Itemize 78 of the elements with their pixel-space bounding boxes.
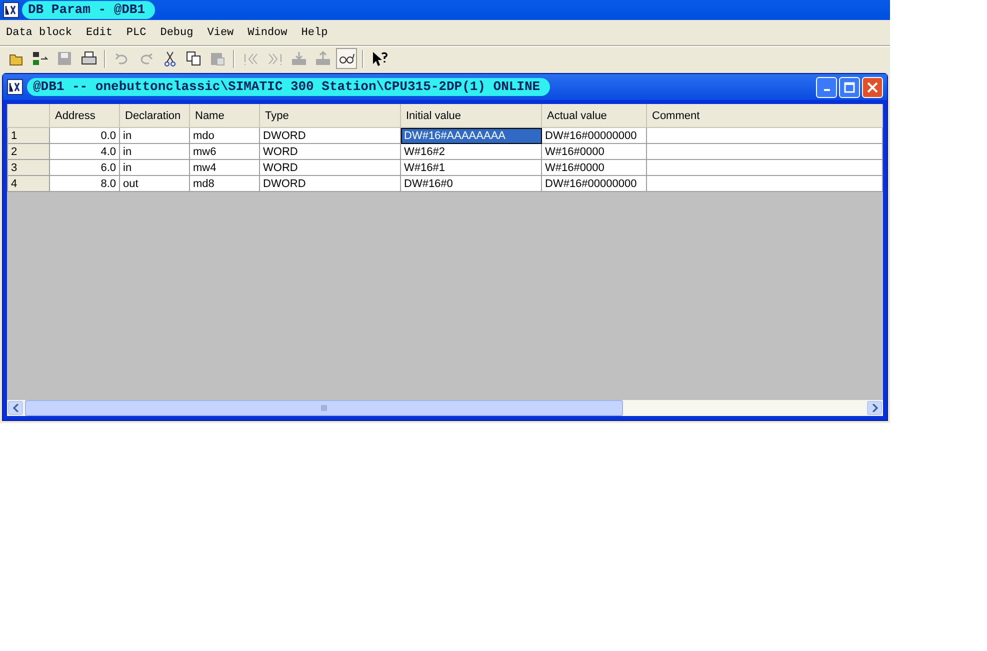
upload-icon: [314, 51, 330, 66]
scroll-thumb[interactable]: [25, 400, 623, 416]
close-button[interactable]: [862, 76, 883, 98]
chevron-right-icon: [872, 404, 878, 412]
table-cell[interactable]: WORD: [260, 144, 400, 160]
close-icon: [867, 82, 878, 92]
column-header[interactable]: Type: [260, 104, 400, 128]
table-cell[interactable]: 8.0: [50, 176, 120, 192]
table-cell[interactable]: W#16#0000: [542, 144, 646, 160]
column-header[interactable]: Address: [50, 104, 120, 128]
row-number: 3: [8, 160, 50, 176]
table-cell[interactable]: 0.0: [50, 128, 120, 144]
row-number: 2: [8, 144, 50, 160]
table-cell[interactable]: DWORD: [260, 128, 400, 144]
redo-icon: [138, 52, 152, 64]
floppy-icon: [57, 51, 72, 66]
menu-item[interactable]: Window: [248, 26, 288, 38]
table-cell[interactable]: in: [120, 144, 190, 160]
table-cell[interactable]: mw4: [190, 160, 260, 176]
download-icon: [290, 51, 306, 66]
column-header[interactable]: Initial value: [400, 104, 542, 128]
table-cell[interactable]: [646, 144, 882, 160]
table-cell[interactable]: 6.0: [50, 160, 120, 176]
table-cell[interactable]: DW#16#00000000: [542, 176, 646, 192]
table-cell[interactable]: DW#16#00000000: [542, 128, 646, 144]
column-header[interactable]: Declaration: [120, 104, 190, 128]
table-cell[interactable]: mdo: [190, 128, 260, 144]
menu-item[interactable]: Help: [301, 26, 328, 38]
horizontal-scrollbar[interactable]: [7, 400, 883, 416]
menu-item[interactable]: View: [207, 26, 234, 38]
network-icon: [32, 51, 49, 66]
menu-item[interactable]: Data block: [6, 26, 72, 38]
glasses-icon: [338, 52, 354, 64]
maximize-button[interactable]: [839, 76, 860, 98]
scroll-right-button[interactable]: [867, 401, 882, 415]
menu-item[interactable]: Debug: [160, 26, 194, 38]
minimize-button[interactable]: [816, 76, 837, 98]
table-cell[interactable]: 4.0: [50, 144, 120, 160]
menu-item[interactable]: Edit: [86, 26, 112, 38]
folder-icon: [8, 52, 24, 66]
skip-back-icon: [242, 52, 258, 66]
row-number: 4: [8, 176, 50, 192]
chevron-left-icon: [12, 404, 18, 412]
table-cell[interactable]: W#16#2: [400, 144, 542, 160]
toolbar-button[interactable]: [336, 48, 357, 69]
table-cell[interactable]: [646, 128, 882, 144]
copy-icon: [186, 51, 202, 66]
clipboard-icon: [210, 51, 225, 66]
maximize-icon: [844, 82, 855, 92]
table-cell[interactable]: in: [120, 160, 190, 176]
scroll-left-button[interactable]: [8, 401, 23, 415]
table-cell[interactable]: DW#16#AAAAAAAA: [400, 128, 542, 144]
table-cell[interactable]: [646, 160, 882, 176]
window-title: DB Param - @DB1: [22, 1, 156, 19]
column-header[interactable]: Comment: [646, 104, 882, 128]
table-cell[interactable]: DWORD: [260, 176, 400, 192]
app-icon: [7, 79, 23, 95]
table-cell[interactable]: W#16#1: [400, 160, 542, 176]
table-cell[interactable]: md8: [190, 176, 260, 192]
table-cell[interactable]: DW#16#0: [400, 176, 542, 192]
scissors-icon: [164, 50, 176, 66]
row-number: 1: [8, 128, 50, 144]
table-cell[interactable]: W#16#0000: [542, 160, 646, 176]
skip-forward-icon: [266, 52, 282, 66]
menu-item[interactable]: PLC: [126, 26, 146, 38]
printer-icon: [80, 51, 96, 66]
undo-icon: [114, 52, 128, 64]
app-icon: [3, 2, 19, 18]
document-title: @DB1 -- onebuttonclassic\SIMATIC 300 Station\CPU315-2DP(1) ONLINE: [27, 78, 550, 96]
table-cell[interactable]: mw6: [190, 144, 260, 160]
column-header[interactable]: Name: [190, 104, 260, 128]
table-cell[interactable]: [646, 176, 882, 192]
table-cell[interactable]: in: [120, 128, 190, 144]
grip-icon: [320, 405, 328, 411]
help-pointer-icon: [372, 50, 388, 66]
column-header[interactable]: Actual value: [542, 104, 646, 128]
table-cell[interactable]: WORD: [260, 160, 400, 176]
table-cell[interactable]: out: [120, 176, 190, 192]
